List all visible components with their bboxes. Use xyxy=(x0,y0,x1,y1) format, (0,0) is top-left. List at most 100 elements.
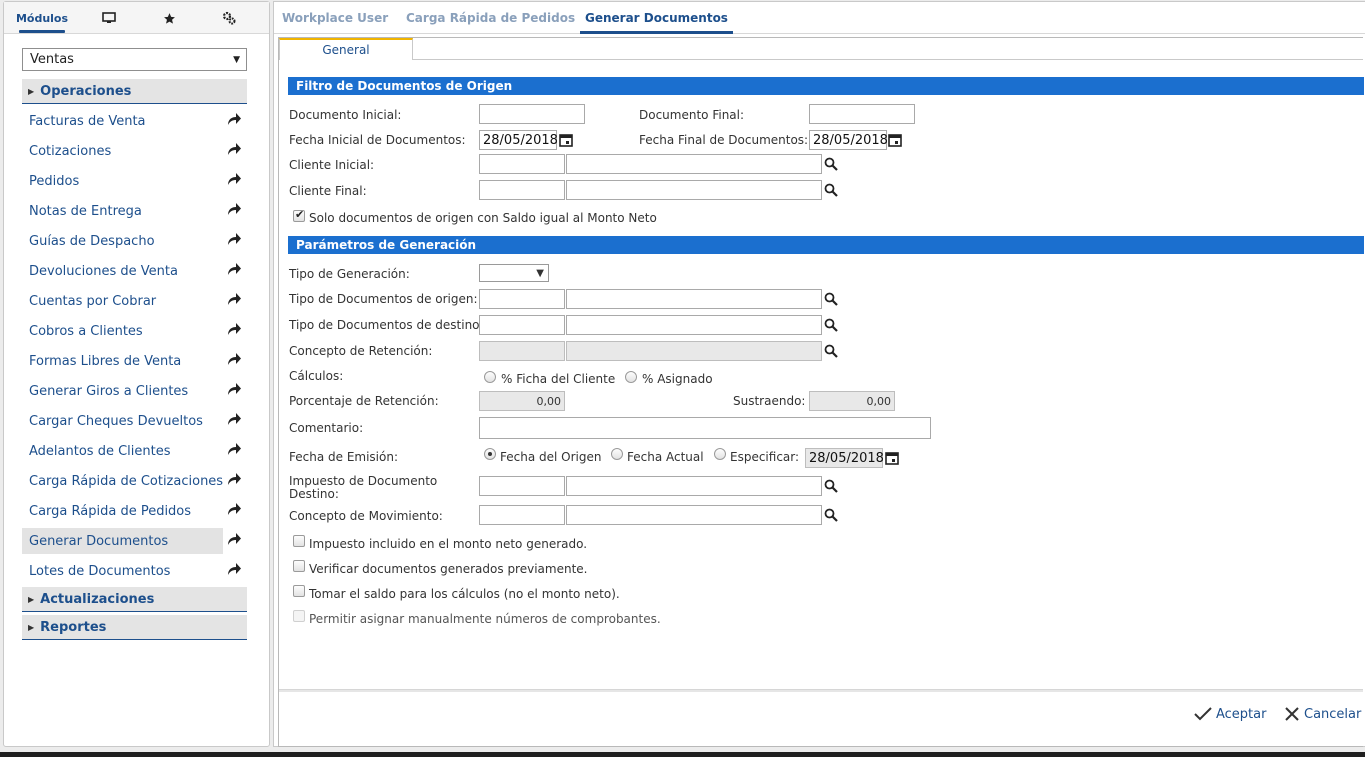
section-actualizaciones[interactable]: ▶ Actualizaciones xyxy=(22,587,247,612)
verificar-docs-label: Verificar documentos generados previamen… xyxy=(309,562,588,576)
calendar-icon[interactable] xyxy=(885,451,899,465)
tab-general[interactable]: General xyxy=(279,38,413,60)
sidebar-item[interactable]: Devoluciones de Venta xyxy=(22,258,252,284)
tab-modulos[interactable]: Módulos xyxy=(16,2,68,34)
check-icon xyxy=(1194,707,1212,721)
share-arrow-icon[interactable] xyxy=(226,502,242,516)
concepto-mov-name-input[interactable] xyxy=(566,505,822,525)
impuesto-name-input[interactable] xyxy=(566,476,822,496)
cliente-final-code-input[interactable] xyxy=(479,180,565,200)
impuesto-incluido-label: Impuesto incluido en el monto neto gener… xyxy=(309,537,588,551)
share-arrow-icon[interactable] xyxy=(226,352,242,366)
cliente-inicial-code-input[interactable] xyxy=(479,154,565,174)
sidebar-item-label: Cobros a Clientes xyxy=(29,323,143,339)
share-arrow-icon[interactable] xyxy=(226,172,242,186)
share-arrow-icon[interactable] xyxy=(226,562,242,576)
cancel-button[interactable]: Cancelar xyxy=(1284,703,1361,725)
radio-especificar[interactable] xyxy=(714,448,726,460)
caret-right-icon: ▶ xyxy=(28,622,35,632)
radio-ficha-cliente[interactable] xyxy=(484,371,496,383)
share-arrow-icon[interactable] xyxy=(226,202,242,216)
share-arrow-icon[interactable] xyxy=(226,292,242,306)
tipo-doc-origen-label: Tipo de Documentos de origen: xyxy=(289,292,478,306)
calendar-icon[interactable] xyxy=(559,133,573,147)
share-arrow-icon[interactable] xyxy=(226,142,242,156)
sidebar-item[interactable]: Generar Giros a Clientes xyxy=(22,378,252,404)
share-arrow-icon[interactable] xyxy=(226,322,242,336)
fecha-final-input[interactable]: 28/05/2018 xyxy=(809,130,888,150)
accept-button[interactable]: Aceptar xyxy=(1194,703,1266,725)
sidebar-item[interactable]: Formas Libres de Venta xyxy=(22,348,252,374)
calendar-icon[interactable] xyxy=(888,133,902,147)
verificar-docs-checkbox[interactable] xyxy=(293,560,305,572)
share-arrow-icon[interactable] xyxy=(226,382,242,396)
tipo-doc-destino-name-input[interactable] xyxy=(566,315,822,335)
top-tab-bar: Workplace User Carga Rápida de Pedidos G… xyxy=(274,2,1365,34)
impuesto-incluido-checkbox[interactable] xyxy=(293,535,305,547)
sidebar-item[interactable]: Carga Rápida de Pedidos xyxy=(22,498,252,524)
cliente-inicial-name-input[interactable] xyxy=(566,154,822,174)
form-content: General Filtro de Documentos de Origen D… xyxy=(278,37,1364,747)
search-icon[interactable] xyxy=(824,344,838,358)
share-arrow-icon[interactable] xyxy=(226,232,242,246)
tipo-generacion-select[interactable]: ▼ xyxy=(479,264,549,282)
doc-inicial-input[interactable] xyxy=(479,104,585,124)
monitor-icon[interactable] xyxy=(98,2,120,34)
sustraendo-input: 0,00 xyxy=(809,391,895,411)
gears-icon[interactable] xyxy=(218,2,240,34)
section-label: Actualizaciones xyxy=(40,591,155,607)
share-arrow-icon[interactable] xyxy=(226,532,242,546)
sidebar-item[interactable]: Cuentas por Cobrar xyxy=(22,288,252,314)
solo-saldo-checkbox[interactable] xyxy=(293,208,305,222)
share-arrow-icon[interactable] xyxy=(226,412,242,426)
radio-asignado-label: % Asignado xyxy=(642,372,713,386)
sidebar-item[interactable]: Cotizaciones xyxy=(22,138,252,164)
share-arrow-icon[interactable] xyxy=(226,472,242,486)
tab-generar-documentos[interactable]: Generar Documentos xyxy=(580,2,733,34)
concepto-mov-code-input[interactable] xyxy=(479,505,565,525)
sidebar-item[interactable]: Lotes de Documentos xyxy=(22,558,252,584)
cliente-final-label: Cliente Final: xyxy=(289,184,367,198)
star-icon[interactable] xyxy=(158,2,180,34)
sidebar-item[interactable]: Pedidos xyxy=(22,168,252,194)
search-icon[interactable] xyxy=(824,157,838,171)
sidebar-item-label: Pedidos xyxy=(29,173,80,189)
sidebar-item[interactable]: Facturas de Venta xyxy=(22,108,252,134)
search-icon[interactable] xyxy=(824,508,838,522)
tomar-saldo-checkbox[interactable] xyxy=(293,585,305,597)
cliente-final-name-input[interactable] xyxy=(566,180,822,200)
tab-carga-rapida-pedidos[interactable]: Carga Rápida de Pedidos xyxy=(406,2,575,34)
share-arrow-icon[interactable] xyxy=(226,112,242,126)
search-icon[interactable] xyxy=(824,183,838,197)
radio-fecha-actual[interactable] xyxy=(611,448,623,460)
sustraendo-label: Sustraendo: xyxy=(733,394,806,408)
doc-final-input[interactable] xyxy=(809,104,915,124)
search-icon[interactable] xyxy=(824,292,838,306)
tipo-doc-destino-code-input[interactable] xyxy=(479,315,565,335)
sidebar-item[interactable]: Cobros a Clientes xyxy=(22,318,252,344)
sidebar-item[interactable]: Guías de Despacho xyxy=(22,228,252,254)
tipo-doc-origen-name-input[interactable] xyxy=(566,289,822,309)
sidebar-item-label: Generar Documentos xyxy=(29,533,169,549)
radio-fecha-origen[interactable] xyxy=(484,448,496,460)
section-reportes[interactable]: ▶ Reportes xyxy=(22,615,247,640)
concepto-retencion-code-input xyxy=(479,341,565,361)
module-select-value: Ventas xyxy=(30,52,74,67)
comentario-input[interactable] xyxy=(479,417,931,439)
sidebar-item[interactable]: Generar Documentos xyxy=(22,528,241,554)
section-operaciones[interactable]: ▶ Operaciones xyxy=(22,79,247,104)
sidebar-item[interactable]: Notas de Entrega xyxy=(22,198,252,224)
radio-asignado[interactable] xyxy=(625,371,637,383)
sidebar-item[interactable]: Adelantos de Clientes xyxy=(22,438,252,464)
sidebar-item[interactable]: Cargar Cheques Devueltos xyxy=(22,408,252,434)
share-arrow-icon[interactable] xyxy=(226,442,242,456)
search-icon[interactable] xyxy=(824,479,838,493)
fecha-inicial-input[interactable]: 28/05/2018 xyxy=(479,130,558,150)
sidebar-item[interactable]: Carga Rápida de Cotizaciones xyxy=(22,468,252,494)
module-select[interactable]: Ventas ▼ xyxy=(22,48,247,71)
share-arrow-icon[interactable] xyxy=(226,262,242,276)
tipo-doc-origen-code-input[interactable] xyxy=(479,289,565,309)
impuesto-code-input[interactable] xyxy=(479,476,565,496)
search-icon[interactable] xyxy=(824,318,838,332)
tab-workplace-user[interactable]: Workplace User xyxy=(282,2,388,34)
